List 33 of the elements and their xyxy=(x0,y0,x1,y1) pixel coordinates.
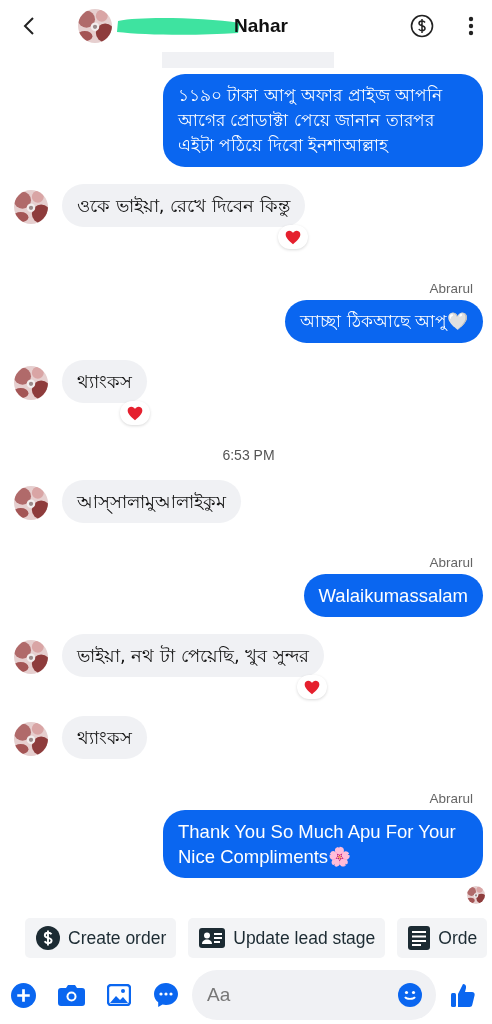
contact-card-icon xyxy=(199,928,226,948)
message-bubble: ভাইয়া, নথ টা পেয়েছি, খুব সুন্দর xyxy=(62,634,325,677)
document-icon xyxy=(408,926,431,950)
message-bubble: আস্সালামুআলাইকুম xyxy=(62,480,241,523)
dollar-icon xyxy=(36,926,60,950)
message-bubble: ওকে ভাইয়া, রেখে দিবেন কিন্তু xyxy=(62,184,305,227)
message-bubble: আচ্ছা ঠিকআছে আপু🤍 xyxy=(285,300,483,343)
contact-name: Nahar xyxy=(234,15,288,37)
sender-name: Abrarul xyxy=(429,555,473,570)
image-icon[interactable] xyxy=(107,984,131,1006)
emoji-icon[interactable] xyxy=(398,983,422,1007)
dollar-icon[interactable] xyxy=(410,14,434,38)
message-bubble: ১১৯০ টাকা আপু অফার প্রাইজ আপনি আগের প্রোডাক্টা পেয়ে জানান তারপর এইটা পঠিয়ে দিবো ইনশাআল্লাহ xyxy=(163,74,483,167)
thumbs-up-icon[interactable] xyxy=(450,982,476,1008)
sender-name: Abrarul xyxy=(429,281,473,296)
timestamp: 6:53 PM xyxy=(222,447,275,463)
heart-icon xyxy=(284,229,301,245)
sender-name: Abrarul xyxy=(429,791,473,806)
message-bubble: Thank You So Much Apu For Your Nice Compliments🌸 xyxy=(163,810,483,878)
message-bubble: থ্যাংকস xyxy=(62,360,147,403)
more-icon[interactable] xyxy=(468,16,474,36)
back-icon[interactable] xyxy=(22,15,36,37)
heart-icon xyxy=(127,405,143,421)
quick-action-button[interactable]: Create order xyxy=(25,918,177,958)
message-bubble: থ্যাংকস xyxy=(62,716,147,759)
quick-action-button[interactable]: Update lead stage xyxy=(188,918,386,958)
quick-action-button[interactable]: Orde xyxy=(397,918,488,958)
heart-icon xyxy=(304,679,321,695)
add-icon[interactable] xyxy=(11,982,36,1008)
camera-icon[interactable] xyxy=(58,984,85,1006)
message-bubble: Walaikumassalam xyxy=(303,574,483,617)
message-field[interactable]: Aa xyxy=(192,970,436,1020)
chat-more-icon[interactable] xyxy=(153,982,179,1008)
